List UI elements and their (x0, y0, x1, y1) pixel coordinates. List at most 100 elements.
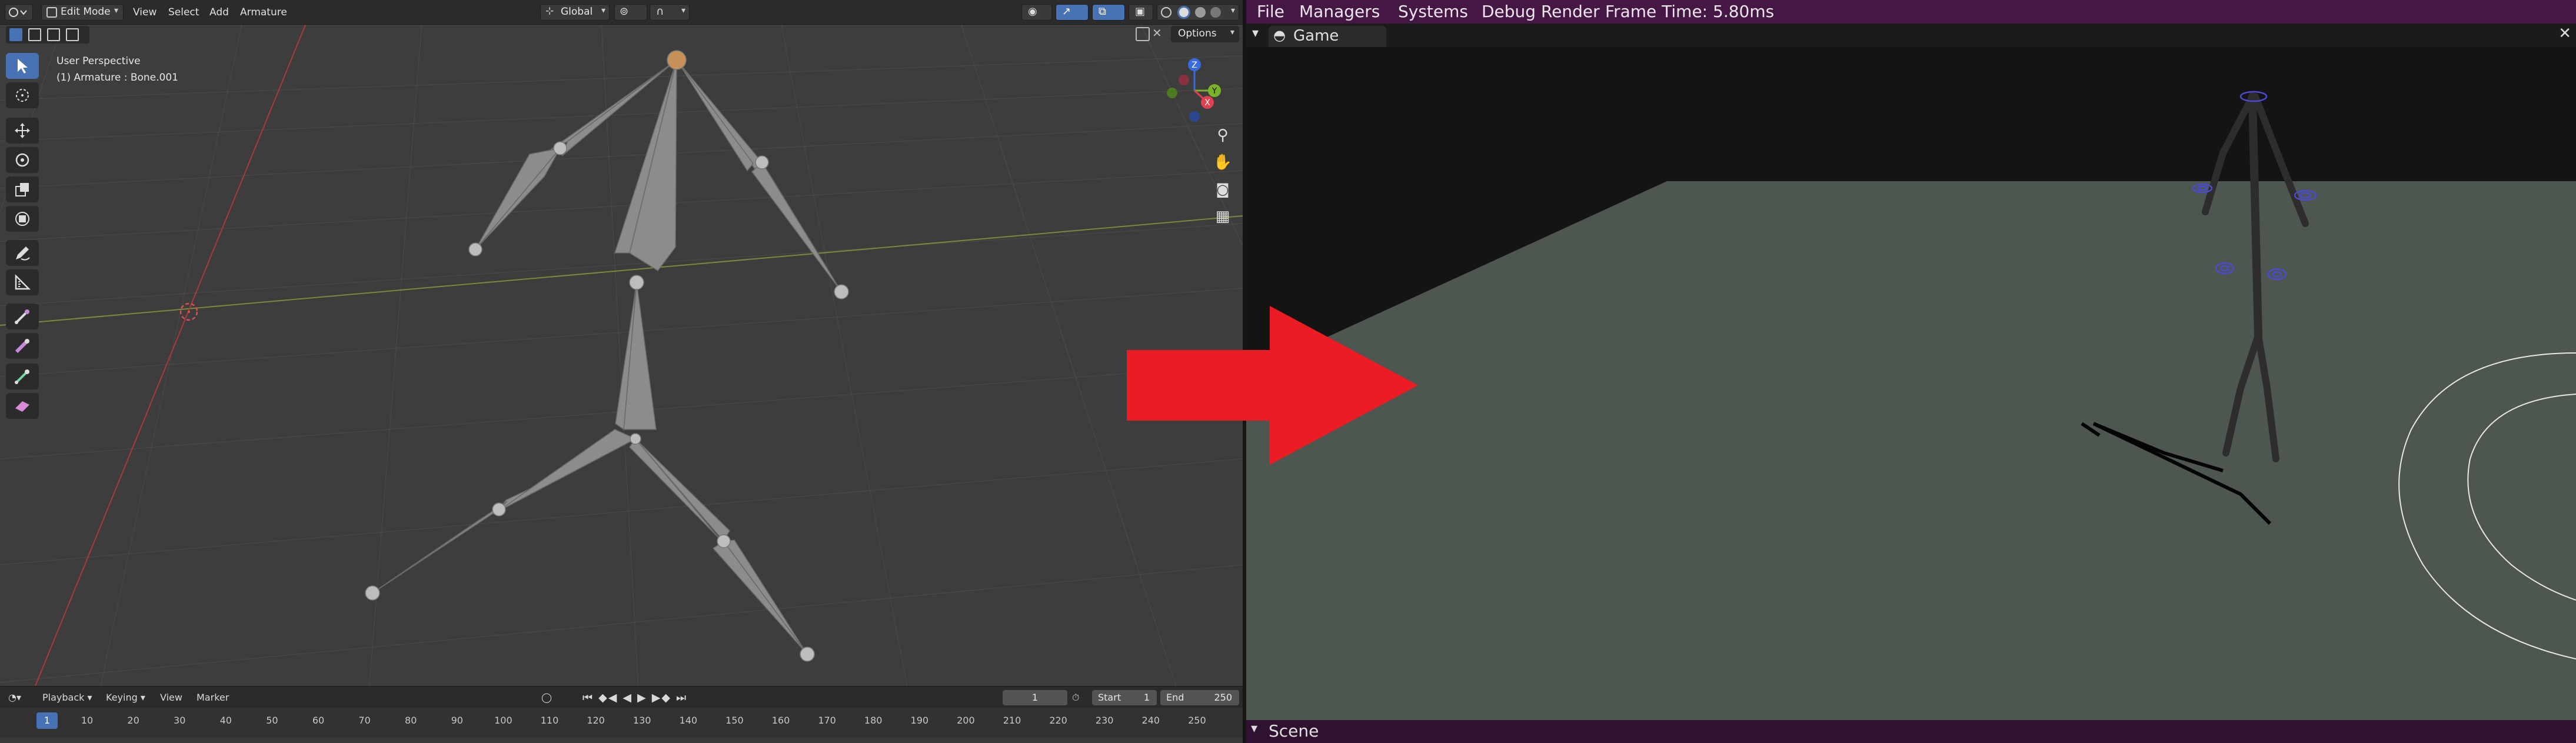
end-frame-field[interactable]: End 250 (1160, 690, 1239, 705)
rotate-tool[interactable] (6, 147, 39, 173)
grid-icon: ▦ (1215, 208, 1230, 225)
collapse-triangle-icon[interactable]: ▾ (1252, 26, 1259, 41)
annotate-tool[interactable] (6, 240, 39, 266)
menu-systems[interactable]: Systems (1398, 2, 1468, 22)
start-frame-field[interactable]: Start 1 (1092, 690, 1157, 705)
snap-dropdown[interactable]: ∩ ▾ (650, 4, 690, 21)
neg-x-axis-icon[interactable] (1179, 75, 1189, 85)
ruler-tick: 90 (451, 715, 463, 726)
zoom-button[interactable]: ⚲ (1207, 124, 1238, 147)
hand-icon: ✋ (1213, 154, 1233, 171)
ruler-tick: 20 (127, 715, 139, 726)
ruler-tick: 150 (725, 715, 744, 726)
options-area: ✕ Options ▾ (1136, 26, 1239, 44)
menu-file[interactable]: File (1257, 2, 1284, 22)
ruler-tick: 170 (818, 715, 836, 726)
select-mode-new-icon[interactable] (9, 28, 22, 41)
bone-envelope-tool[interactable] (6, 393, 39, 419)
game-window-titlebar: ▾ ◓ Game ✕ (1246, 24, 2576, 47)
current-frame-indicator[interactable]: 1 (36, 712, 58, 729)
menu-add[interactable]: Add (209, 5, 229, 19)
material-shading-icon[interactable] (1195, 7, 1206, 18)
3d-editor: Edit Mode ▾ View Select Add Armature ⊹ G… (0, 0, 1243, 743)
menu-select[interactable]: Select (168, 5, 199, 19)
overlay-toggle[interactable]: ⧉ (1092, 4, 1125, 21)
record-toggle-icon[interactable]: ◯ (541, 691, 552, 704)
ruler-tick: 100 (494, 715, 512, 726)
game-tab[interactable]: ◓ Game (1269, 26, 1386, 47)
ruler-tick: 120 (587, 715, 605, 726)
playback-controls[interactable]: ⏮ ◆◀ ◀ ▶ ▶◆ ⏭ (583, 691, 687, 704)
wireframe-shading-icon[interactable] (1161, 7, 1171, 18)
rendered-shading-icon[interactable] (1210, 7, 1221, 18)
scale-tool[interactable] (6, 176, 39, 202)
menu-marker[interactable]: Marker (197, 691, 229, 704)
select-box-tool[interactable] (6, 53, 39, 79)
select-mode-intersect-icon[interactable] (66, 28, 79, 41)
scene-panel-titlebar: ▾ Scene (1246, 720, 2576, 743)
menu-keying[interactable]: Keying ▾ (106, 691, 145, 704)
camera-view-button[interactable]: ◙ (1207, 178, 1238, 201)
menu-managers[interactable]: Managers (1299, 2, 1380, 22)
menu-playback[interactable]: Playback ▾ (42, 691, 92, 704)
cursor-tool[interactable] (6, 82, 39, 108)
orientation-label: Global (561, 6, 593, 18)
neg-z-axis-icon[interactable] (1189, 111, 1200, 122)
options-dropdown[interactable]: Options ▾ (1171, 26, 1239, 42)
chevron-down-icon: ▾ (1230, 6, 1235, 15)
collapse-triangle-icon[interactable]: ▾ (1251, 721, 1257, 736)
game-viewport[interactable] (1246, 47, 2576, 720)
chevron-down-icon: ▾ (601, 6, 605, 15)
editor-type-dropdown[interactable] (5, 4, 33, 21)
navigation-gizmo[interactable]: Z Y X (1158, 56, 1229, 127)
pan-button[interactable]: ✋ (1207, 151, 1238, 174)
ruler-tick: 250 (1188, 715, 1206, 726)
timeline-scrollbar[interactable] (0, 737, 1243, 743)
shading-buttons[interactable]: ▾ (1157, 4, 1239, 21)
stopwatch-icon[interactable]: ⏱ (1072, 691, 1079, 704)
menu-keying-label: Keying (106, 692, 138, 703)
ruler-icon (15, 274, 31, 290)
measure-tool[interactable] (6, 269, 39, 295)
start-value: 1 (1143, 692, 1150, 703)
magnifier-icon: ⚲ (1217, 126, 1229, 144)
close-icon[interactable]: ✕ (2558, 25, 2571, 42)
engine-window: File Managers Systems Debug Render Frame… (1246, 0, 2576, 743)
transform-tool[interactable] (6, 206, 39, 232)
camera-icon: ◙ (1216, 181, 1230, 198)
3d-viewport-canvas[interactable] (0, 0, 1243, 743)
neg-y-axis-icon[interactable] (1167, 88, 1177, 98)
close-icon[interactable]: ✕ (1152, 26, 1162, 40)
gizmo-toggle[interactable]: ↗ (1056, 4, 1089, 21)
xray-toggle[interactable]: ▣ (1129, 4, 1153, 21)
solid-shading-icon[interactable] (1177, 6, 1190, 19)
menu-view[interactable]: View (133, 5, 157, 19)
gizmo-x-label: X (1204, 98, 1210, 108)
timeline-ruler[interactable]: 10 20 30 40 50 60 70 80 90 100 110 120 130 140 150 160 1… (0, 708, 1243, 737)
move-tool[interactable] (6, 118, 39, 144)
extrude-tool[interactable] (6, 304, 39, 329)
crosshair-circle-icon (16, 89, 29, 102)
ruler-tick: 110 (540, 715, 559, 726)
end-value: 250 (1214, 692, 1232, 703)
menu-armature[interactable]: Armature (240, 5, 287, 19)
select-mode-extend-icon[interactable] (28, 28, 41, 41)
ortho-toggle-button[interactable]: ▦ (1207, 205, 1238, 228)
roll-tool[interactable] (6, 364, 39, 389)
bone-size-tool[interactable] (6, 333, 39, 359)
pivot-dropdown[interactable]: ⊚ (614, 4, 647, 21)
timeline-editor-icon[interactable]: ◔▾ (8, 691, 21, 704)
current-frame-field[interactable]: 1 (1003, 690, 1067, 705)
edit-mode-icon (46, 7, 57, 18)
xray-icon: ▣ (1135, 5, 1146, 18)
select-mode-subtract-icon[interactable] (47, 28, 60, 41)
menu-view[interactable]: View (160, 691, 182, 704)
pencil-icon (16, 246, 30, 261)
visibility-toggle[interactable]: ◉ (1021, 4, 1052, 21)
armature[interactable] (372, 59, 842, 655)
bone-roll-icon (15, 369, 29, 384)
menu-debug-render[interactable]: Debug Render (1482, 2, 1600, 22)
mode-dropdown[interactable]: Edit Mode ▾ (41, 4, 124, 21)
transform-orientation-dropdown[interactable]: ⊹ Global ▾ (540, 4, 610, 21)
fullscreen-icon[interactable] (1136, 27, 1150, 41)
